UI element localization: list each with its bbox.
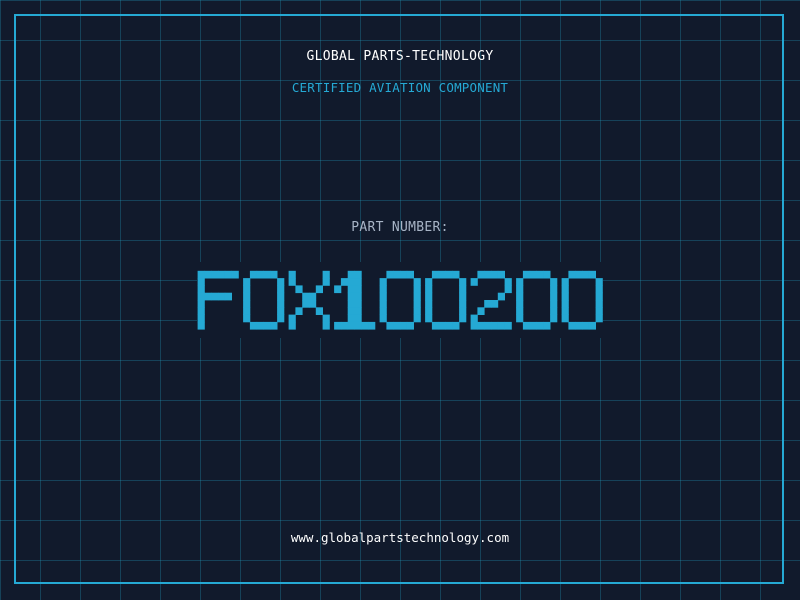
part-number-char-1	[243, 270, 285, 330]
part-number-char-5	[425, 270, 467, 330]
part-number-char-4	[379, 270, 421, 330]
part-number-label: PART NUMBER:	[351, 220, 449, 235]
certificate-card: GLOBAL PARTS-TECHNOLOGY CERTIFIED AVIATI…	[0, 0, 800, 600]
part-number-char-7	[516, 270, 558, 330]
part-number-char-3	[334, 270, 376, 330]
brand-name: GLOBAL PARTS-TECHNOLOGY	[306, 49, 494, 64]
part-number-char-6	[470, 270, 512, 330]
website-url[interactable]: www.globalpartstechnology.com	[0, 530, 800, 545]
part-number-backdrop	[197, 262, 603, 338]
part-number-char-2	[288, 270, 330, 330]
part-number-char-0	[197, 270, 239, 330]
part-number-container	[0, 262, 800, 338]
part-number-pixel-display	[197, 270, 603, 330]
part-number-char-8	[561, 270, 603, 330]
certification-subtitle: CERTIFIED AVIATION COMPONENT	[291, 80, 509, 95]
